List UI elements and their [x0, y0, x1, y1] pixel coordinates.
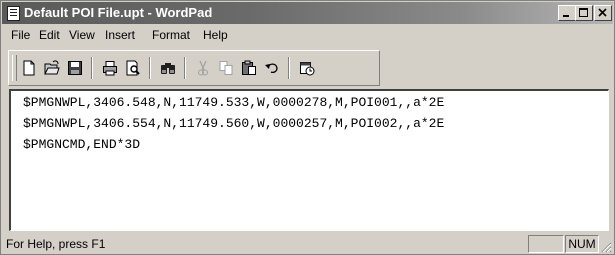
find-button[interactable] — [157, 57, 179, 79]
close-button[interactable] — [594, 5, 612, 21]
toolbar-separator — [288, 57, 290, 79]
maximize-icon — [579, 8, 588, 17]
save-disk-icon — [68, 61, 82, 75]
window-title: Default POI File.upt - WordPad — [24, 5, 213, 20]
menu-file[interactable]: File — [11, 28, 30, 42]
scissors-icon — [198, 60, 208, 76]
copy-button[interactable] — [215, 57, 237, 79]
document-line[interactable]: $PMGNWPL,3406.554,N,11749.560,W,0000257,… — [23, 116, 444, 131]
document-editor[interactable]: $PMGNWPL,3406.548,N,11749.533,W,0000278,… — [9, 89, 609, 231]
status-help-text: For Help, press F1 — [6, 237, 106, 251]
document-line[interactable]: $PMGNWPL,3406.548,N,11749.533,W,0000278,… — [23, 95, 444, 110]
binoculars-icon — [161, 63, 175, 74]
open-button[interactable] — [41, 57, 63, 79]
toolbar-grip[interactable] — [12, 55, 17, 81]
toolbar-separator — [184, 57, 186, 79]
undo-icon — [265, 63, 278, 74]
minimize-icon — [563, 15, 569, 17]
printer-icon — [103, 61, 117, 76]
date-time-icon — [300, 62, 315, 76]
menu-help[interactable]: Help — [203, 28, 228, 42]
wordpad-window: Default POI File.upt - WordPad File Edit… — [0, 0, 615, 255]
new-button[interactable] — [18, 57, 40, 79]
minimize-button[interactable] — [558, 5, 576, 21]
date-time-button[interactable] — [296, 57, 318, 79]
menu-bar: File Edit View Insert Format Help — [2, 25, 613, 46]
print-preview-button[interactable] — [122, 57, 144, 79]
menu-view[interactable]: View — [69, 28, 95, 42]
status-bar: For Help, press F1 NUM — [2, 233, 613, 254]
paste-icon — [242, 60, 256, 75]
toolbar-separator — [149, 57, 151, 79]
paste-button[interactable] — [238, 57, 260, 79]
undo-button[interactable] — [261, 57, 283, 79]
toolbar-separator — [91, 57, 93, 79]
close-icon — [598, 8, 607, 17]
size-grip-icon[interactable] — [600, 241, 612, 253]
new-document-icon — [23, 60, 35, 76]
cut-button[interactable] — [192, 57, 214, 79]
menu-format[interactable]: Format — [152, 28, 190, 42]
num-lock-indicator: NUM — [565, 235, 599, 253]
print-preview-icon — [126, 60, 140, 76]
open-folder-icon — [44, 60, 60, 75]
document-line[interactable]: $PMGNCMD,END*3D — [23, 137, 140, 152]
status-panel — [528, 235, 564, 253]
menu-insert[interactable]: Insert — [105, 28, 135, 42]
title-bar[interactable]: Default POI File.upt - WordPad — [2, 2, 613, 24]
toolbar — [8, 50, 380, 86]
save-button[interactable] — [64, 57, 86, 79]
maximize-button[interactable] — [575, 5, 593, 21]
copy-icon — [219, 61, 233, 75]
print-button[interactable] — [99, 57, 121, 79]
menu-edit[interactable]: Edit — [39, 28, 60, 42]
wordpad-app-icon[interactable] — [7, 6, 20, 21]
